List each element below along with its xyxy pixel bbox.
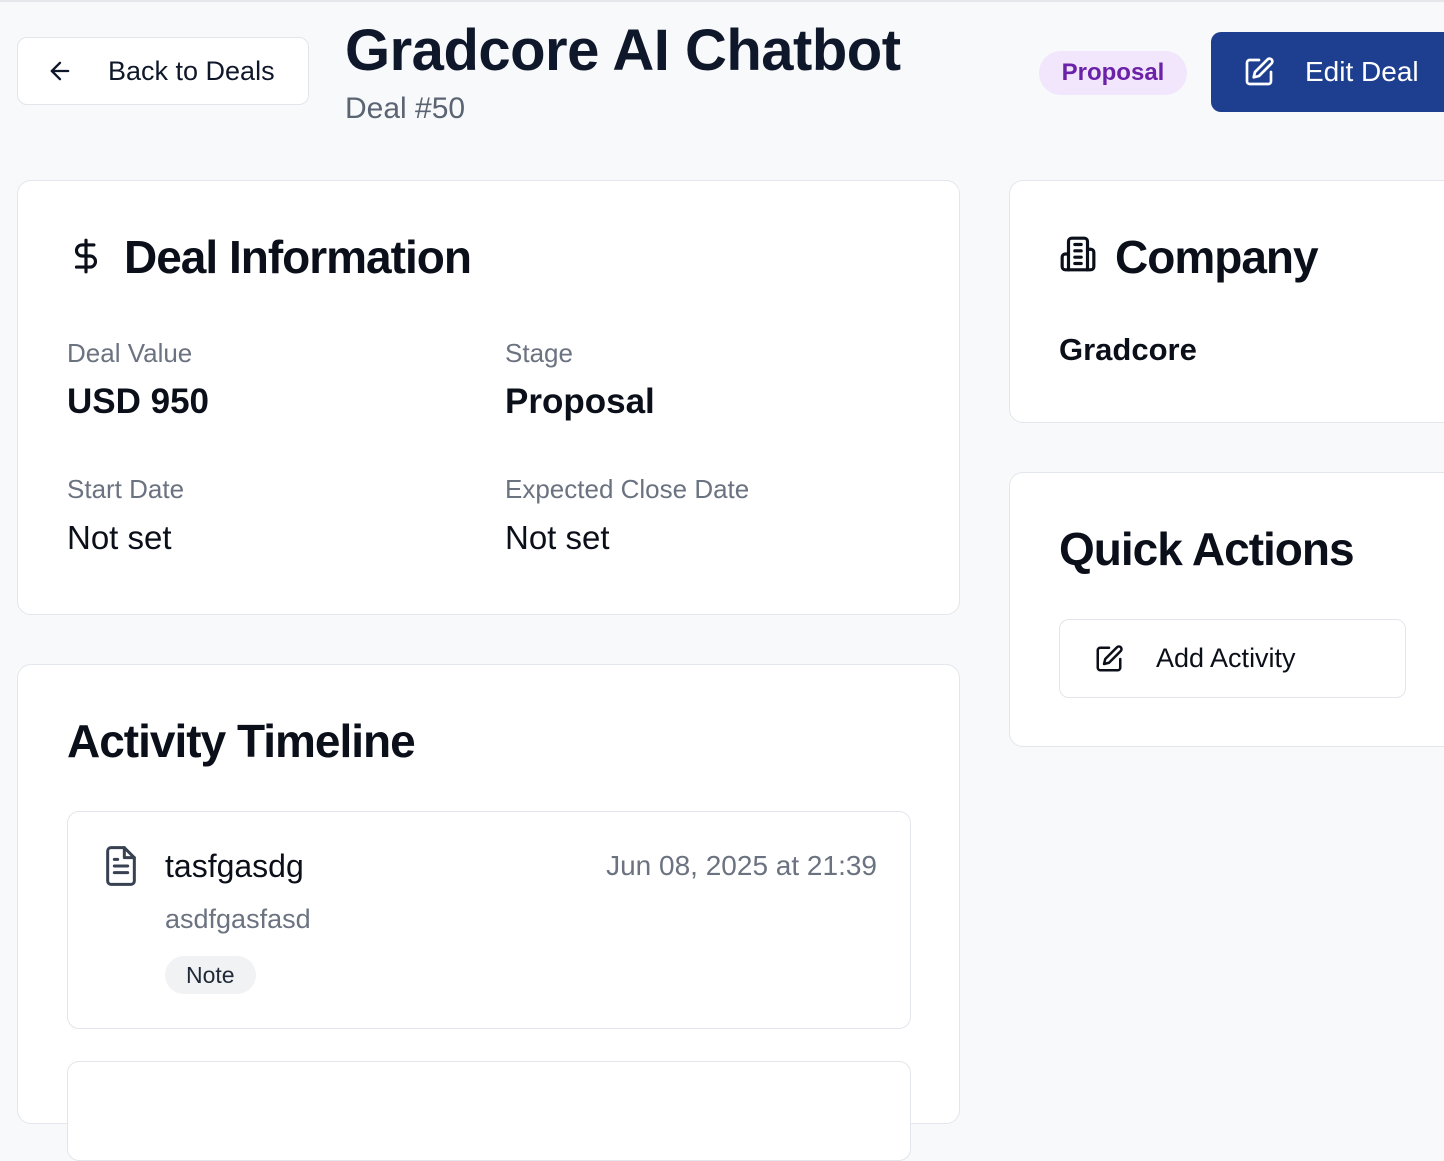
quick-actions-card: Quick Actions Add Activity [1009, 472, 1444, 747]
stage-label: Stage [505, 338, 573, 368]
activity-title: tasfgasdg [165, 848, 304, 884]
dollar-icon [74, 238, 97, 274]
edit-deal-button[interactable]: Edit Deal [1211, 32, 1444, 112]
activity-timeline-title: Activity Timeline [67, 715, 416, 767]
page-title: Gradcore AI Chatbot [345, 18, 901, 83]
activity-timeline-card: Activity Timeline tasfgasdg Jun 08, 2025… [17, 664, 960, 1161]
activity-description: asdfgasfasd [165, 904, 311, 934]
company-title: Company [1115, 231, 1319, 283]
start-date-value: Not set [67, 519, 172, 556]
company-card: Company Gradcore [1009, 180, 1444, 423]
deal-number: Deal #50 [345, 92, 466, 125]
quick-actions-title: Quick Actions [1059, 523, 1355, 575]
building-icon [1060, 236, 1096, 272]
edit-icon [1245, 57, 1274, 86]
stage-badge: Proposal [1039, 51, 1187, 95]
deal-value-label: Deal Value [67, 338, 193, 368]
deal-value: USD 950 [67, 382, 210, 421]
back-to-deals-button[interactable]: Back to Deals [17, 37, 309, 105]
expected-close-date-value: Not set [505, 519, 610, 556]
stage-value: Proposal [505, 382, 655, 421]
top-divider [0, 0, 1444, 2]
add-activity-button[interactable]: Add Activity [1059, 619, 1406, 698]
edit-deal-label: Edit Deal [1305, 56, 1419, 87]
company-name[interactable]: Gradcore [1059, 332, 1197, 368]
add-activity-label: Add Activity [1156, 643, 1296, 673]
activity-item[interactable] [67, 1061, 911, 1161]
deal-information-title: Deal Information [124, 231, 472, 283]
activity-item[interactable]: tasfgasdg Jun 08, 2025 at 21:39 asdfgasf… [67, 811, 911, 1029]
arrow-left-icon [50, 61, 70, 81]
edit-icon [1096, 644, 1123, 671]
back-button-label: Back to Deals [108, 55, 275, 86]
activity-type-badge: Note [165, 956, 256, 994]
document-icon [106, 846, 136, 886]
deal-information-card: Deal Information Deal Value USD 950 Stag… [17, 180, 960, 615]
activity-timestamp: Jun 08, 2025 at 21:39 [606, 850, 877, 881]
expected-close-date-label: Expected Close Date [505, 474, 750, 504]
start-date-label: Start Date [67, 474, 185, 504]
